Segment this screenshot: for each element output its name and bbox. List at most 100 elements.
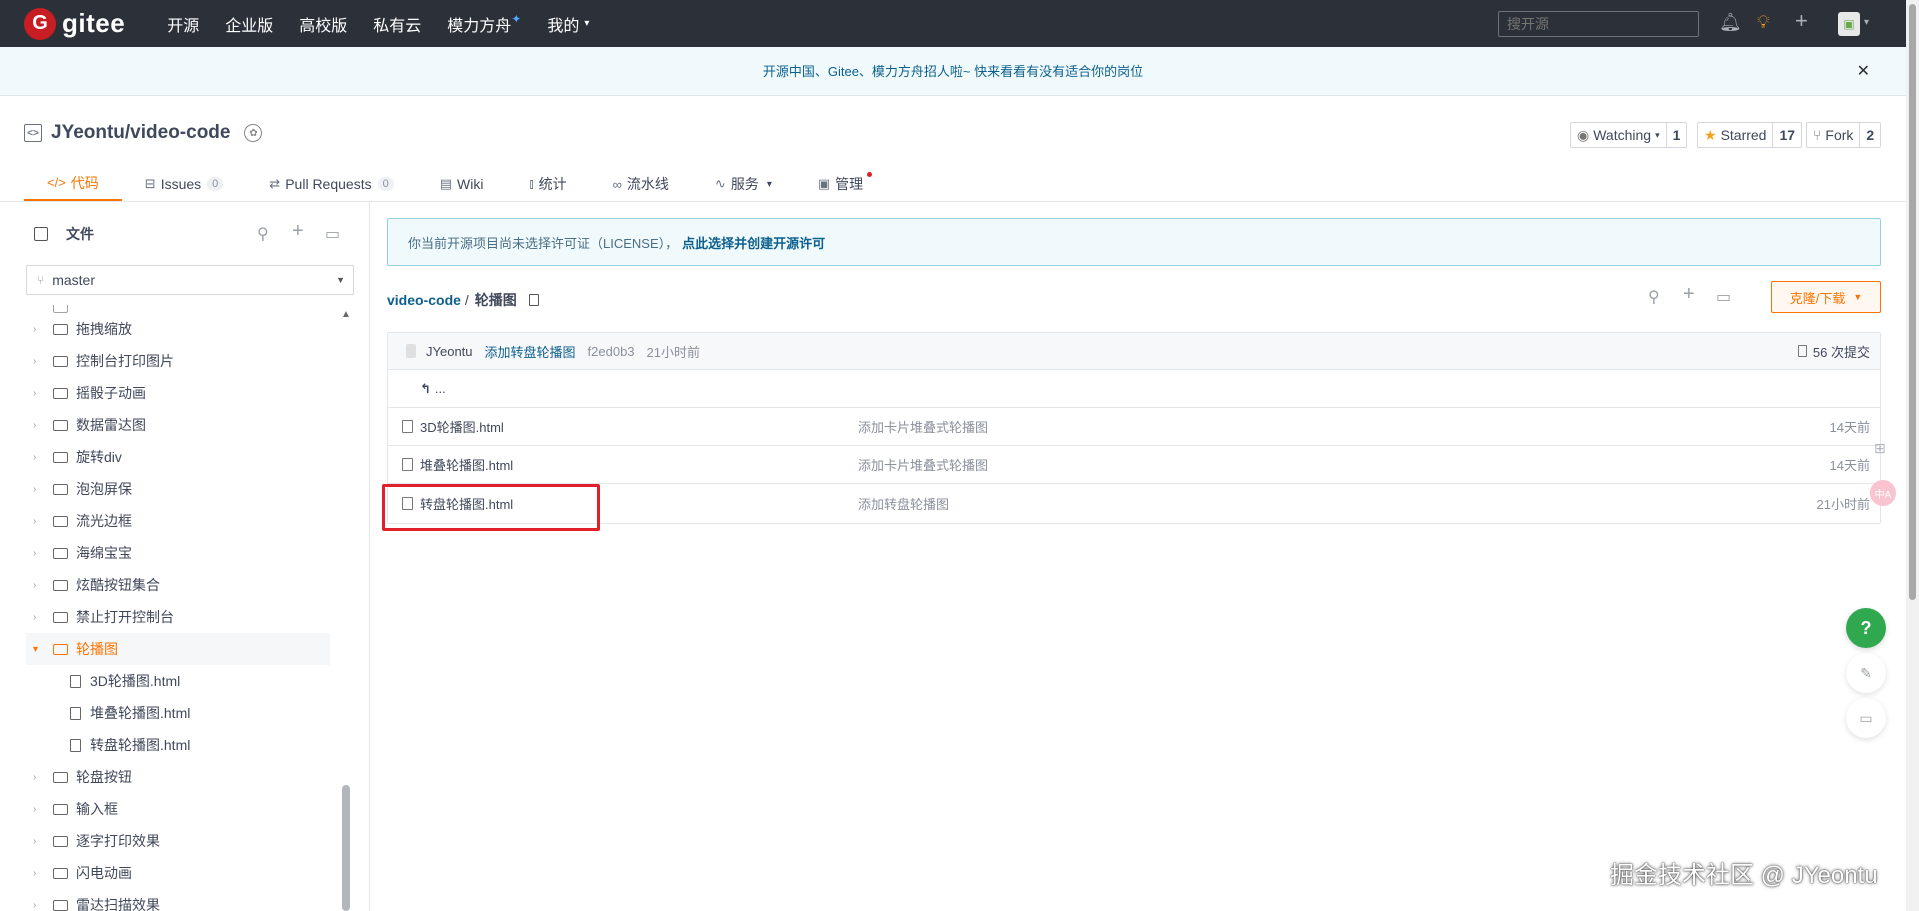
file-name[interactable]: 堆叠轮播图.html [420,455,513,474]
plus-icon[interactable]: + [1683,283,1695,306]
file-name[interactable]: 3D轮播图.html [420,417,504,436]
avatar-chevron-down-icon[interactable]: ▾ [1864,17,1869,28]
license-notice: 你当前开源项目尚未选择许可证（LICENSE）， 点此选择并创建开源许可 [387,218,1881,266]
page-scroll-thumb[interactable] [1909,4,1916,600]
repo-title: <> JYeontu/video-code ✿ [24,122,263,144]
search-icon[interactable]: ⚲ [1648,287,1660,307]
help-button[interactable]: ? [1846,608,1886,648]
sidebar-scroll-thumb[interactable] [342,785,350,911]
nav-education[interactable]: 高校版 [299,12,347,36]
tab-issues[interactable]: ⊟ Issues 0 [122,166,247,202]
license-link[interactable]: 点此选择并创建开源许可 [682,233,825,252]
tree-item-folder[interactable]: › 旋转div [26,441,330,473]
tab-wiki[interactable]: ▤ Wiki [417,166,507,202]
copy-path-icon[interactable] [528,294,539,306]
file-row[interactable]: 堆叠轮播图.html 添加卡片堆叠式轮播图 14天前 [388,446,1880,484]
web-ide-icon[interactable]: ▭ [325,224,340,244]
file-row[interactable]: 转盘轮播图.html 添加转盘轮播图 21小时前 [388,484,1880,522]
repo-name[interactable]: JYeontu/video-code [51,122,230,144]
tree-item-file[interactable]: 转盘轮播图.html [26,729,330,761]
chat-icon[interactable]: ▭ [1846,698,1886,738]
nav-private-cloud[interactable]: 私有云 [373,12,421,36]
sidebar-scrollbar[interactable]: ▲ [341,305,351,911]
tree-item-folder[interactable]: › 海绵宝宝 [26,537,330,569]
nav-moli-fangzhou[interactable]: 模力方舟 ✦ [447,12,521,36]
tree-item-folder-open[interactable]: ▾ 轮播图 [26,633,330,665]
tree-item-file[interactable]: 堆叠轮播图.html [26,697,330,729]
tab-manage[interactable]: ▣ 管理 [795,166,886,202]
commit-time: 21小时前 [646,344,700,360]
tab-code[interactable]: </> 代码 [24,166,122,202]
tab-services[interactable]: ∿ 服务 ▾ [692,166,795,202]
file-row[interactable]: 3D轮播图.html 添加卡片堆叠式轮播图 14天前 [388,408,1880,446]
fork-count[interactable]: 2 [1859,123,1880,147]
watching-button[interactable]: ◉ Watching ▾ 1 [1570,122,1688,148]
starred-button[interactable]: ★ Starred 17 [1697,122,1803,148]
lightbulb-icon[interactable]: 💡︎ [1757,12,1770,33]
file-commit-message[interactable]: 添加转盘轮播图 [858,494,949,513]
file-table: JYeontu 添加转盘轮播图 f2ed0b3 21小时前 56 次提交 ↰..… [387,332,1881,524]
tree-item-folder[interactable]: › 炫酷按钮集合 [26,569,330,601]
chevron-right-icon: › [33,451,37,463]
folder-icon [53,867,68,879]
tree-item-folder[interactable]: › 数据雷达图 [26,409,330,441]
tree-item-folder[interactable]: › 控制台打印图片 [26,345,330,377]
banner-text[interactable]: 开源中国、Gitee、模力方舟招人啦~ 快来看看有没有适合你的岗位 [763,64,1143,79]
grid-apps-icon[interactable]: ⊞ [1874,440,1886,457]
nav-mine[interactable]: 我的 ▾ [547,12,589,36]
close-icon[interactable]: ✕ [1857,47,1870,96]
tree-item-folder[interactable]: › 雷达扫描效果 [26,889,330,911]
commit-message[interactable]: 添加转盘轮播图 [485,342,576,361]
plus-icon[interactable]: + [292,220,304,243]
scroll-up-icon[interactable]: ▲ [341,309,351,320]
nav-enterprise[interactable]: 企业版 [225,12,273,36]
tree-item-folder[interactable]: › 拖拽缩放 [26,313,330,345]
file-commit-message[interactable]: 添加卡片堆叠式轮播图 [858,417,988,436]
tree-item-folder[interactable]: › 输入框 [26,793,330,825]
avatar[interactable]: ▣ [1838,12,1860,36]
gvp-badge-icon[interactable]: ✿ [244,124,263,142]
page-scrollbar[interactable] [1906,0,1919,911]
nav-open-source[interactable]: 开源 [167,12,199,36]
file-icon [70,738,81,752]
fork-button[interactable]: ⑂ Fork 2 [1806,122,1882,148]
tree-item-folder[interactable]: › 流光边框 [26,505,330,537]
commit-sha[interactable]: f2ed0b3 [588,344,635,359]
tree-item-file[interactable]: 3D轮播图.html [26,665,330,697]
commit-count-link[interactable]: 56 次提交 [1797,342,1870,361]
nav-mine-label: 我的 [547,17,580,35]
tab-stats[interactable]: ⫾ 统计 [506,166,589,202]
commit-author[interactable]: JYeontu [426,344,473,359]
translate-icon[interactable]: 中A [1870,480,1896,506]
gitee-logo[interactable]: G gitee [24,7,125,40]
bell-icon[interactable]: 🔔︎ [1719,12,1742,33]
chevron-right-icon: › [33,483,37,495]
parent-dir-row[interactable]: ↰... [388,370,1880,408]
collapse-sidebar-icon[interactable] [34,227,48,241]
starred-count[interactable]: 17 [1772,123,1801,147]
tree-item-folder[interactable]: › 禁止打开控制台 [26,601,330,633]
tree-item-label: 控制台打印图片 [76,353,174,369]
tree-item-folder[interactable]: › 轮盘按钮 [26,761,330,793]
tab-pull-requests[interactable]: ⇄ Pull Requests 0 [246,166,416,202]
author-avatar[interactable] [406,344,416,358]
file-tree: › 拖拽缩放 › 控制台打印图片 › 摇骰子动画 › 数据雷达图 › 旋转div › 泡泡屏… [26,305,330,911]
branch-select[interactable]: ⑂ master ▼ [26,265,354,295]
plus-icon[interactable]: + [1795,8,1808,34]
tree-item-folder[interactable]: › 闪电动画 [26,857,330,889]
tree-item-label: 输入框 [76,801,118,817]
tree-item-folder[interactable]: › 摇骰子动画 [26,377,330,409]
issues-icon: ⊟ [144,176,156,191]
issues-count: 0 [207,177,224,191]
tree-item-folder[interactable]: › 泡泡屏保 [26,473,330,505]
clone-download-button[interactable]: 克隆/下载 ▼ [1771,281,1881,313]
watching-count[interactable]: 1 [1665,123,1687,147]
search-icon[interactable]: ⚲ [257,224,269,244]
feedback-edit-icon[interactable]: ✎ [1846,653,1886,693]
tab-pipeline[interactable]: ∞ 流水线 [590,166,692,202]
breadcrumb-repo[interactable]: video-code [387,292,461,308]
tree-item-folder[interactable]: › 逐字打印效果 [26,825,330,857]
web-ide-icon[interactable]: ▭ [1716,287,1731,307]
file-commit-message[interactable]: 添加卡片堆叠式轮播图 [858,455,988,474]
search-input[interactable] [1498,11,1699,37]
